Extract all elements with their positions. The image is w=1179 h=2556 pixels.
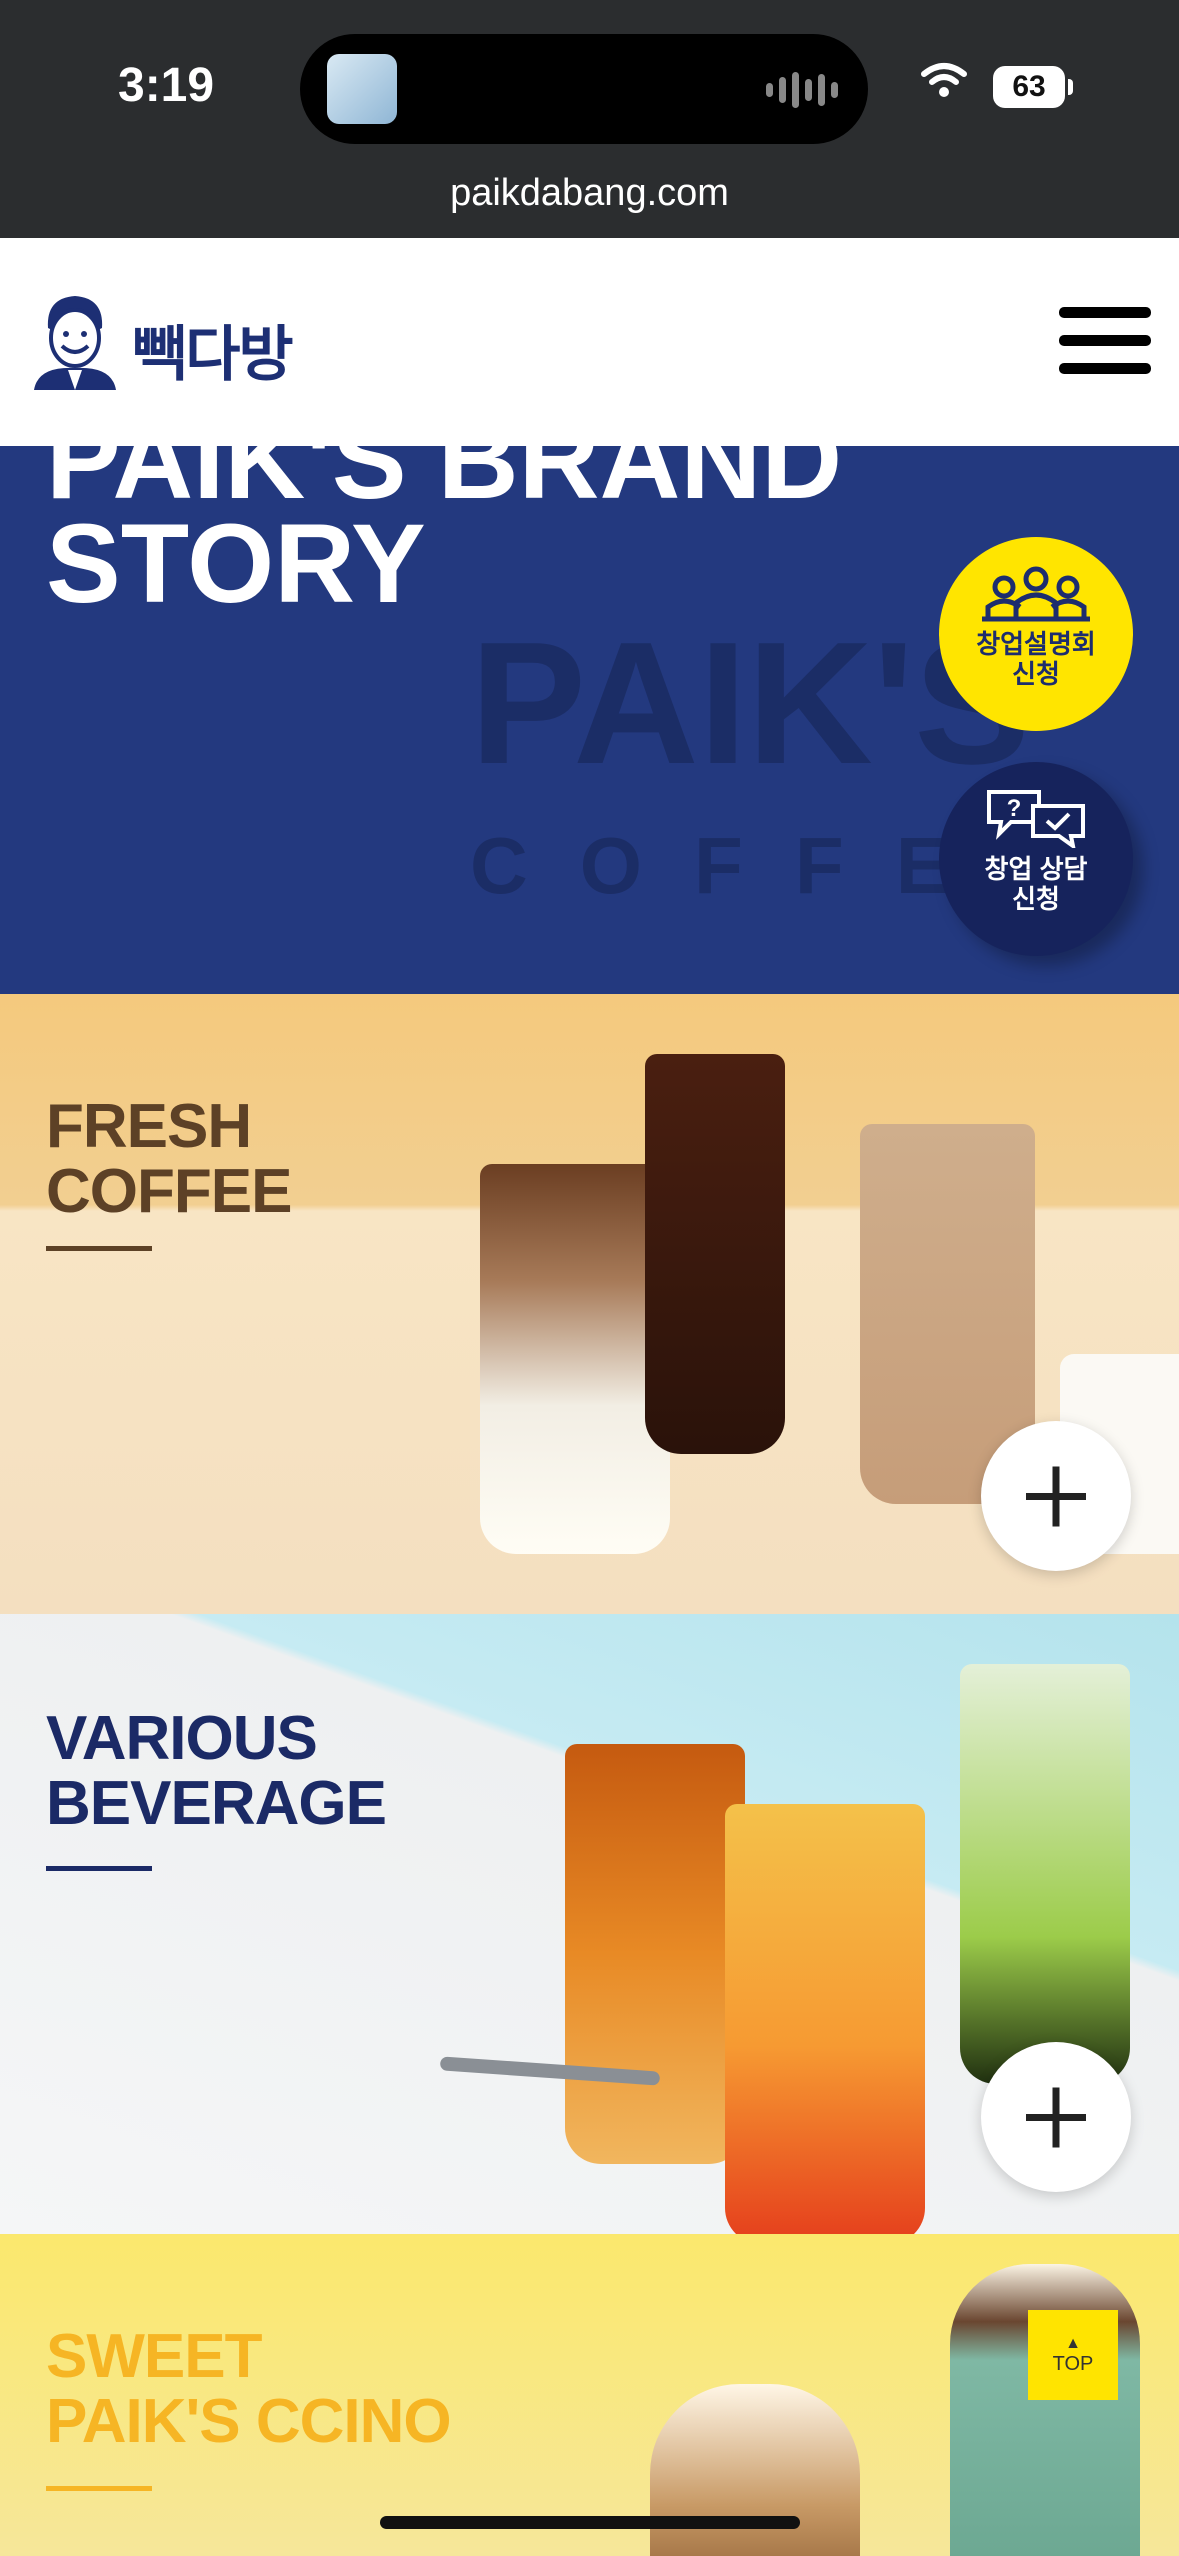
franchise-consult-button[interactable]: ? 창업 상담 신청	[939, 762, 1133, 956]
various-beverage-section[interactable]: VARIOUS BEVERAGE	[0, 1614, 1179, 2234]
status-time: 3:19	[118, 59, 215, 112]
status-bar: 3:19 63 paikdabang.com	[0, 0, 1179, 238]
group-people-icon	[982, 566, 1090, 622]
seminar-button-label: 창업설명회 신청	[976, 629, 1096, 689]
section-title: VARIOUS BEVERAGE	[46, 1704, 387, 1838]
top-button-label: TOP	[1052, 2353, 1094, 2375]
iced-americano-glass-image	[645, 1054, 785, 1454]
now-playing-thumbnail	[327, 54, 397, 124]
consult-button-label: 창업 상담 신청	[984, 854, 1088, 914]
green-drink-glass-image	[960, 1664, 1130, 2084]
iced-tea-glass-image	[565, 1744, 745, 2164]
section-underline	[46, 2486, 152, 2491]
iced-latte-glass-image	[480, 1164, 670, 1554]
address-bar-url[interactable]: paikdabang.com	[0, 172, 1179, 215]
franchise-seminar-button[interactable]: 창업설명회 신청	[939, 537, 1133, 731]
mint-paikccino-cup-image	[950, 2264, 1140, 2556]
section-title: FRESH COFFEE	[46, 1092, 292, 1226]
section-title: SWEET PAIK'S CCINO	[46, 2322, 452, 2456]
up-arrow-icon: ▲	[1065, 2335, 1081, 2352]
logo-wordmark: 빽다방	[132, 321, 294, 388]
hamburger-menu-icon[interactable]	[1059, 301, 1151, 381]
section-underline	[46, 1866, 152, 1871]
founder-portrait-icon	[34, 296, 116, 390]
hero-title: PAIK'S BRAND STORY	[46, 446, 843, 626]
dynamic-island	[300, 34, 868, 144]
expand-plus-icon[interactable]	[981, 1421, 1131, 1571]
section-underline	[46, 1246, 152, 1251]
expand-plus-icon[interactable]	[981, 2042, 1131, 2192]
question-chat-icon: ?	[987, 790, 1085, 848]
ade-glass-image	[725, 1804, 925, 2234]
fresh-coffee-section[interactable]: FRESH COFFEE	[0, 994, 1179, 1614]
audio-waveform-icon	[766, 70, 838, 110]
home-indicator[interactable]	[380, 2516, 800, 2529]
paikccino-cup-image	[650, 2384, 860, 2556]
scroll-to-top-button[interactable]: ▲ TOP	[1028, 2310, 1118, 2400]
battery-indicator: 63	[993, 66, 1073, 108]
sweet-paikccino-section[interactable]: SWEET PAIK'S CCINO	[0, 2234, 1179, 2556]
site-header: 빽다방	[0, 238, 1179, 446]
svg-text:?: ?	[1007, 795, 1022, 822]
wifi-icon	[921, 63, 967, 97]
site-logo[interactable]: 빽다방	[28, 290, 328, 398]
